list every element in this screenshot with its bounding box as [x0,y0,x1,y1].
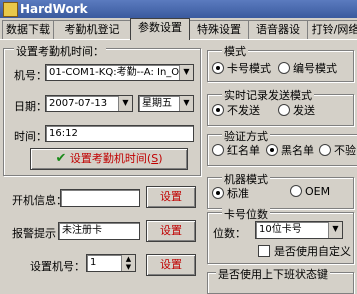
checkbox-icon [258,245,270,257]
power-info-label: 开机信息： [12,194,67,207]
tab-machine-register[interactable]: 考勤机登记 [53,20,131,39]
verify-none-radio[interactable]: 不验 [319,142,356,158]
radio-icon [290,185,302,197]
device-id-value: 1 [90,257,97,268]
verify-none-label: 不验 [334,144,356,157]
set-time-button-label: 设置考勤机时间( [69,152,152,165]
digits-value: 10位卡号 [259,224,302,235]
verify-redlist-radio[interactable]: 红名单 [212,142,260,158]
radio-icon [278,62,290,74]
verify-blacklist-label: 黑名单 [281,144,314,157]
alarm-prompt-input[interactable]: 未注册卡 [58,222,140,240]
alarm-prompt-label: 报警提示 [12,227,56,240]
verify-blacklist-radio[interactable]: 黑名单 [266,142,314,158]
radio-icon [319,144,331,156]
device-id-label: 设置机号： [30,260,85,273]
window-title: HardWork [20,2,88,16]
verify-redlist-label: 红名单 [227,144,260,157]
tab-strip: 数据下载 考勤机登记 参数设置 特殊设置 语音器设 打铃/网络 [0,18,357,40]
chevron-down-icon[interactable]: ▼ [179,65,193,80]
weekday-value: 星期五 [142,98,172,109]
set-time-suffix: ) [158,152,163,165]
digits-label: 位数： [213,227,246,240]
settings-panel: 设置考勤机时间： 机号： 01-COM1-KQ:考勤--A: In_Out- ▼… [0,39,357,294]
radio-icon [278,104,290,116]
mode-card-radio[interactable]: 卡号模式 [212,60,271,76]
date-value: 2007-07-13 [49,98,108,109]
date-picker[interactable]: 2007-07-13 ▼ [45,95,133,112]
time-group-title: 设置考勤机时间： [14,43,106,59]
machine-oem-radio[interactable]: OEM [290,185,330,198]
app-icon [3,2,18,17]
alarm-prompt-set-button[interactable]: 设置 [146,220,196,242]
power-info-input[interactable] [60,189,140,207]
realtime-nosend-label: 不发送 [227,104,260,117]
bottom-group-title: 是否使用上下班状态键 [216,266,330,282]
tab-data-download[interactable]: 数据下载 [2,20,54,39]
power-info-set-button[interactable]: 设置 [146,186,196,208]
machine-standard-radio[interactable]: 标准 [212,185,249,201]
realtime-group-title: 实时记录发送模式 [222,87,314,103]
custom-digits-checkbox[interactable]: 是否使用自定义 [258,243,351,259]
tab-parameter-settings[interactable]: 参数设置 [130,18,190,40]
set-time-button[interactable]: ✔ 设置考勤机时间(S) [30,148,188,170]
weekday-select[interactable]: 星期五 ▼ [138,95,194,112]
realtime-send-label: 发送 [293,104,315,117]
realtime-nosend-radio[interactable]: 不发送 [212,102,260,118]
device-id-set-button[interactable]: 设置 [146,254,196,276]
mode-number-label: 编号模式 [293,62,337,75]
time-label: 时间： [14,130,47,143]
chevron-down-icon[interactable]: ▼ [328,222,342,238]
spinner-arrows-icon[interactable]: ▲ ▼ [121,255,135,271]
device-id-spinner[interactable]: 1 ▲ ▼ [86,254,136,272]
realtime-send-radio[interactable]: 发送 [278,102,315,118]
radio-selected-icon [212,187,224,199]
chevron-down-icon[interactable]: ▼ [118,96,132,111]
radio-selected-icon [266,144,278,156]
date-label: 日期： [14,100,47,113]
radio-selected-icon [212,104,224,116]
tab-special-settings[interactable]: 特殊设置 [189,20,249,39]
digits-select[interactable]: 10位卡号 ▼ [255,221,343,239]
custom-digits-label: 是否使用自定义 [274,245,351,258]
machine-label: 机号： [14,69,47,82]
title-bar: HardWork [0,0,357,18]
tab-voice-settings[interactable]: 语音器设 [248,20,308,39]
mode-group-title: 模式 [222,43,248,59]
radio-selected-icon [212,62,224,74]
machine-oem-label: OEM [305,185,331,198]
card-digits-group-title: 卡号位数 [222,206,270,222]
chevron-down-icon[interactable]: ▼ [179,96,193,111]
machine-select[interactable]: 01-COM1-KQ:考勤--A: In_Out- ▼ [45,64,194,81]
tab-bell-network[interactable]: 打铃/网络 [307,20,357,39]
machine-standard-label: 标准 [227,187,249,200]
mode-number-radio[interactable]: 编号模式 [278,60,337,76]
mode-card-label: 卡号模式 [227,62,271,75]
time-value: 16:12 [49,128,78,139]
check-icon: ✔ [55,151,67,166]
time-input[interactable]: 16:12 [45,125,194,142]
machine-select-value: 01-COM1-KQ:考勤--A: In_Out- [49,67,194,78]
radio-icon [212,144,224,156]
